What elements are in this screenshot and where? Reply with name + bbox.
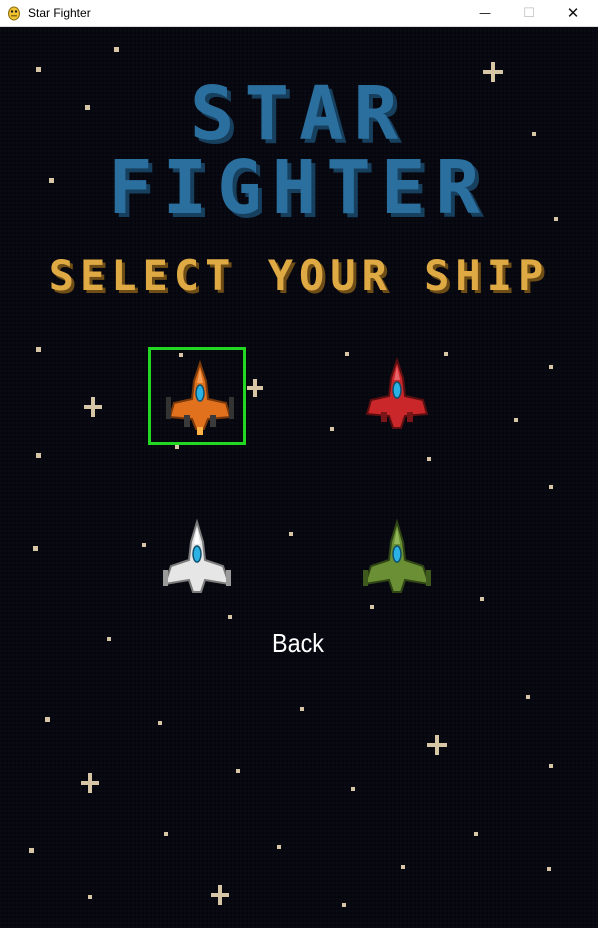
- ship-option-red[interactable]: [348, 347, 446, 445]
- game-title-line-2: FIGHTER: [108, 145, 490, 231]
- maximize-button[interactable]: ☐: [506, 0, 552, 26]
- title-bar: Star Fighter — ☐ ✕: [0, 0, 598, 27]
- star-cross: [247, 379, 263, 397]
- star: [427, 457, 431, 461]
- game-canvas: STAR FIGHTER SELECT YOUR SHIP Back: [0, 27, 598, 928]
- star: [33, 546, 38, 551]
- star: [29, 848, 34, 853]
- back-button[interactable]: Back: [253, 624, 343, 662]
- star: [289, 532, 293, 536]
- star: [351, 787, 355, 791]
- ship-option-white[interactable]: [148, 509, 246, 607]
- ship-option-green[interactable]: [348, 509, 446, 607]
- star: [549, 365, 553, 369]
- game-window: Star Fighter — ☐ ✕ STAR FIGHTER SELECT Y…: [0, 0, 598, 928]
- maximize-icon: ☐: [523, 5, 535, 21]
- orange-ship-icon: [166, 359, 234, 435]
- star: [401, 865, 405, 869]
- star: [342, 903, 346, 907]
- star: [164, 832, 168, 836]
- close-button[interactable]: ✕: [550, 0, 596, 26]
- star: [526, 695, 530, 699]
- star: [236, 769, 240, 773]
- star: [547, 867, 551, 871]
- star: [300, 707, 304, 711]
- minimize-icon: —: [479, 6, 491, 20]
- star: [107, 637, 111, 641]
- window-title: Star Fighter: [28, 6, 91, 20]
- game-title-line-1: STAR: [189, 71, 409, 157]
- star: [36, 453, 41, 458]
- star: [45, 717, 50, 722]
- star-cross: [427, 735, 447, 755]
- star: [228, 615, 232, 619]
- star: [158, 721, 162, 725]
- star-cross: [84, 397, 102, 417]
- ship-option-orange[interactable]: [148, 347, 246, 445]
- star: [36, 347, 41, 352]
- star: [549, 485, 553, 489]
- star: [480, 597, 484, 601]
- star: [88, 895, 92, 899]
- star: [330, 427, 334, 431]
- pygame-snake-icon: [8, 6, 20, 21]
- red-ship-icon: [365, 356, 429, 429]
- star-cross: [211, 885, 229, 905]
- select-ship-heading: SELECT YOUR SHIP: [48, 251, 550, 300]
- minimize-button[interactable]: —: [462, 0, 508, 26]
- star: [474, 832, 478, 836]
- star: [175, 445, 179, 449]
- star: [114, 47, 119, 52]
- white-ship-icon: [163, 518, 231, 593]
- star: [514, 418, 518, 422]
- star: [142, 543, 146, 547]
- green-ship-icon: [363, 518, 431, 593]
- close-icon: ✕: [566, 4, 580, 22]
- star-cross: [81, 773, 99, 793]
- star: [36, 67, 41, 72]
- star: [277, 845, 281, 849]
- star: [549, 764, 553, 768]
